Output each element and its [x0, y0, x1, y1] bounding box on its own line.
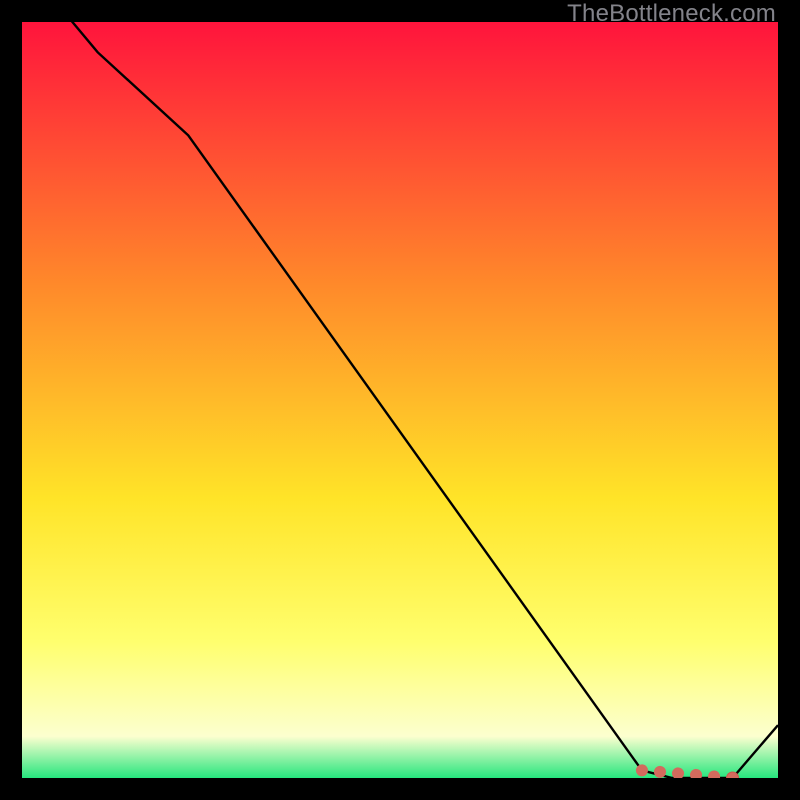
chart-frame: TheBottleneck.com	[0, 0, 800, 800]
chart-canvas	[22, 22, 778, 778]
gradient-background	[22, 22, 778, 778]
